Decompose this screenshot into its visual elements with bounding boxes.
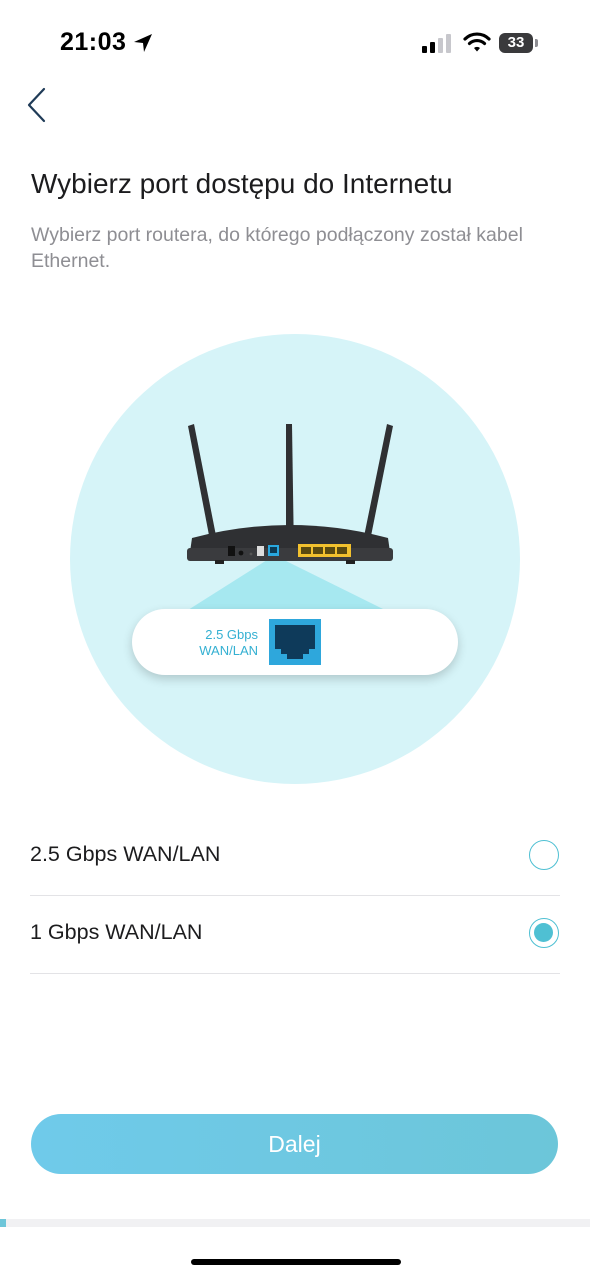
bottom-progress-track xyxy=(0,1219,590,1227)
port-speed: 2.5 Gbps xyxy=(205,627,258,642)
wifi-icon xyxy=(463,32,491,52)
option-1-gbps-wan-lan[interactable]: 1 Gbps WAN/LAN xyxy=(30,896,560,974)
status-time: 21:03 xyxy=(60,28,127,56)
radio-dot xyxy=(534,923,553,942)
ethernet-port-icon xyxy=(269,619,321,665)
option-2-5-gbps-wan-lan[interactable]: 2.5 Gbps WAN/LAN xyxy=(30,818,560,896)
page-title: Wybierz port dostępu do Internetu xyxy=(31,168,453,199)
radio-unselected[interactable] xyxy=(529,840,559,870)
option-label: 1 Gbps WAN/LAN xyxy=(30,920,203,944)
port-type: WAN/LAN xyxy=(199,643,258,658)
router-illustration xyxy=(187,424,393,610)
port-callout-label: 2.5 Gbps WAN/LAN xyxy=(150,627,258,659)
battery-tip xyxy=(535,39,538,47)
radio-selected[interactable] xyxy=(529,918,559,948)
location-arrow-icon xyxy=(134,34,152,52)
chevron-left-icon xyxy=(27,87,46,123)
signal-bars-icon xyxy=(422,34,451,53)
next-button[interactable]: Dalej xyxy=(31,1114,558,1174)
home-indicator[interactable] xyxy=(191,1259,401,1265)
divider xyxy=(30,973,560,974)
bottom-progress-fill xyxy=(0,1219,6,1227)
back-button[interactable] xyxy=(22,84,58,126)
page-subtitle: Wybierz port routera, do którego podłącz… xyxy=(31,224,523,272)
option-label: 2.5 Gbps WAN/LAN xyxy=(30,842,221,866)
battery-icon: 33 xyxy=(499,33,533,53)
